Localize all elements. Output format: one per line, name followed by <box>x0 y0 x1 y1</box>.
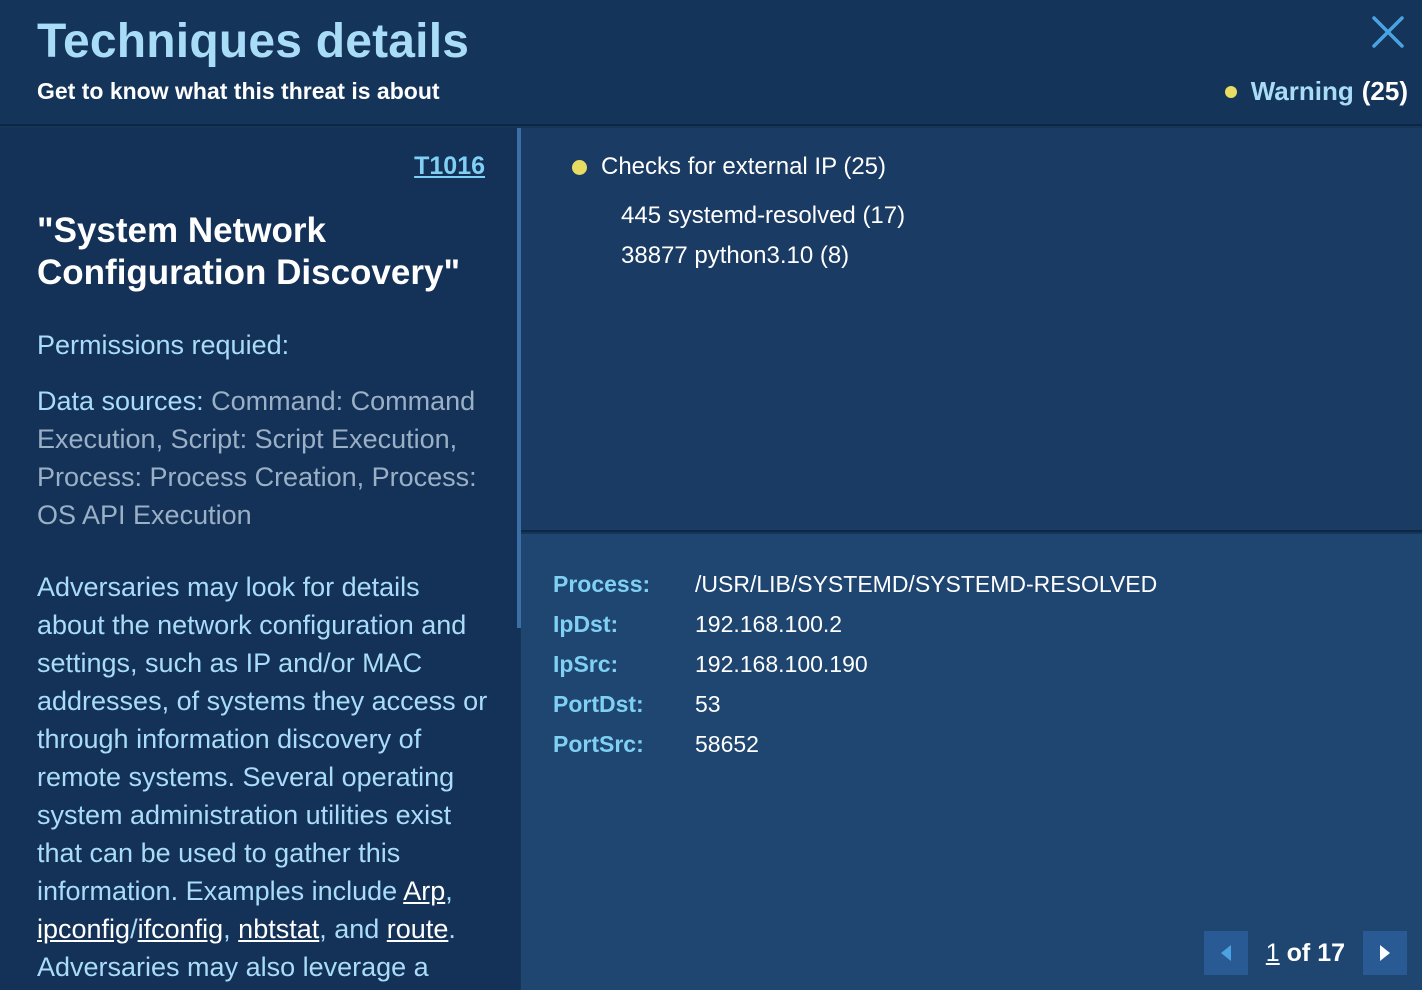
close-icon <box>1372 16 1404 48</box>
description-sep: , and <box>319 914 387 944</box>
detail-key: IpSrc: <box>553 650 619 677</box>
prev-page-button[interactable] <box>1203 931 1248 975</box>
page-indicator: 1 of 17 <box>1248 939 1363 968</box>
detail-value: 192.168.100.190 <box>695 650 868 677</box>
description-sep: , <box>223 914 239 944</box>
pagination: 1 of 17 <box>1203 931 1407 975</box>
detail-key: PortSrc: <box>553 730 644 757</box>
link-ifconfig[interactable]: ifconfig <box>138 914 224 944</box>
detail-key: IpDst: <box>553 610 619 637</box>
detail-key: Process: <box>553 570 651 597</box>
description-sep: , <box>445 876 453 906</box>
detail-row: PortSrc: 58652 <box>553 724 1157 764</box>
checks-panel: Checks for external IP (25) 445 systemd-… <box>521 128 1422 532</box>
chevron-right-icon <box>1380 945 1390 961</box>
warning-dot-icon <box>1224 85 1237 98</box>
process-item[interactable]: 445 systemd-resolved (17) <box>621 196 905 236</box>
modal-header: Techniques details Get to know what this… <box>0 0 1422 126</box>
data-sources-label: Data sources: <box>37 386 204 416</box>
detail-value: 58652 <box>695 730 759 757</box>
description-text: Adversaries may look for details about t… <box>37 572 488 906</box>
warning-count: (25) <box>1361 76 1408 106</box>
current-page[interactable]: 1 <box>1266 939 1280 967</box>
warning-badge: Warning (25) <box>1224 76 1408 107</box>
technique-description: Adversaries may look for details about t… <box>37 568 492 986</box>
close-button[interactable] <box>1368 12 1408 52</box>
link-route[interactable]: route <box>387 914 449 944</box>
detail-row: Process: /USR/LIB/SYSTEMD/SYSTEMD-RESOLV… <box>553 564 1157 604</box>
process-item[interactable]: 38877 python3.10 (8) <box>621 236 905 276</box>
detail-value: /USR/LIB/SYSTEMD/SYSTEMD-RESOLVED <box>695 570 1158 597</box>
link-arp[interactable]: Arp <box>403 876 445 906</box>
check-label: Checks for external IP (25) <box>601 153 887 180</box>
page-title: Techniques details <box>37 15 470 68</box>
detail-row: IpDst: 192.168.100.2 <box>553 604 1157 644</box>
technique-panel: T1016 "System Network Configuration Disc… <box>0 128 520 990</box>
detail-row: PortDst: 53 <box>553 684 1157 724</box>
link-nbtstat[interactable]: nbtstat <box>238 914 319 944</box>
warning-dot-icon <box>572 159 587 175</box>
link-ipconfig[interactable]: ipconfig <box>37 914 130 944</box>
page-subtitle: Get to know what this threat is about <box>37 78 440 104</box>
page-total: of 17 <box>1279 938 1345 967</box>
permissions-label: Permissions requied: <box>37 330 290 360</box>
technique-code-link[interactable]: T1016 <box>414 152 485 181</box>
details-panel: Process: /USR/LIB/SYSTEMD/SYSTEMD-RESOLV… <box>521 534 1422 990</box>
check-item[interactable]: Checks for external IP (25) <box>572 153 886 181</box>
details-list: Process: /USR/LIB/SYSTEMD/SYSTEMD-RESOLV… <box>553 564 1157 764</box>
detail-value: 192.168.100.2 <box>695 610 843 637</box>
description-sep: / <box>130 914 138 944</box>
detail-row: IpSrc: 192.168.100.190 <box>553 644 1157 684</box>
data-sources: Data sources: Command: Command Execution… <box>37 382 487 534</box>
process-list: 445 systemd-resolved (17) 38877 python3.… <box>621 196 905 276</box>
next-page-button[interactable] <box>1363 931 1407 975</box>
warning-label: Warning <box>1250 76 1354 106</box>
technique-name: "System Network Configuration Discovery" <box>37 211 461 292</box>
chevron-left-icon <box>1220 945 1231 961</box>
detail-key: PortDst: <box>553 690 644 717</box>
detail-value: 53 <box>695 690 721 717</box>
